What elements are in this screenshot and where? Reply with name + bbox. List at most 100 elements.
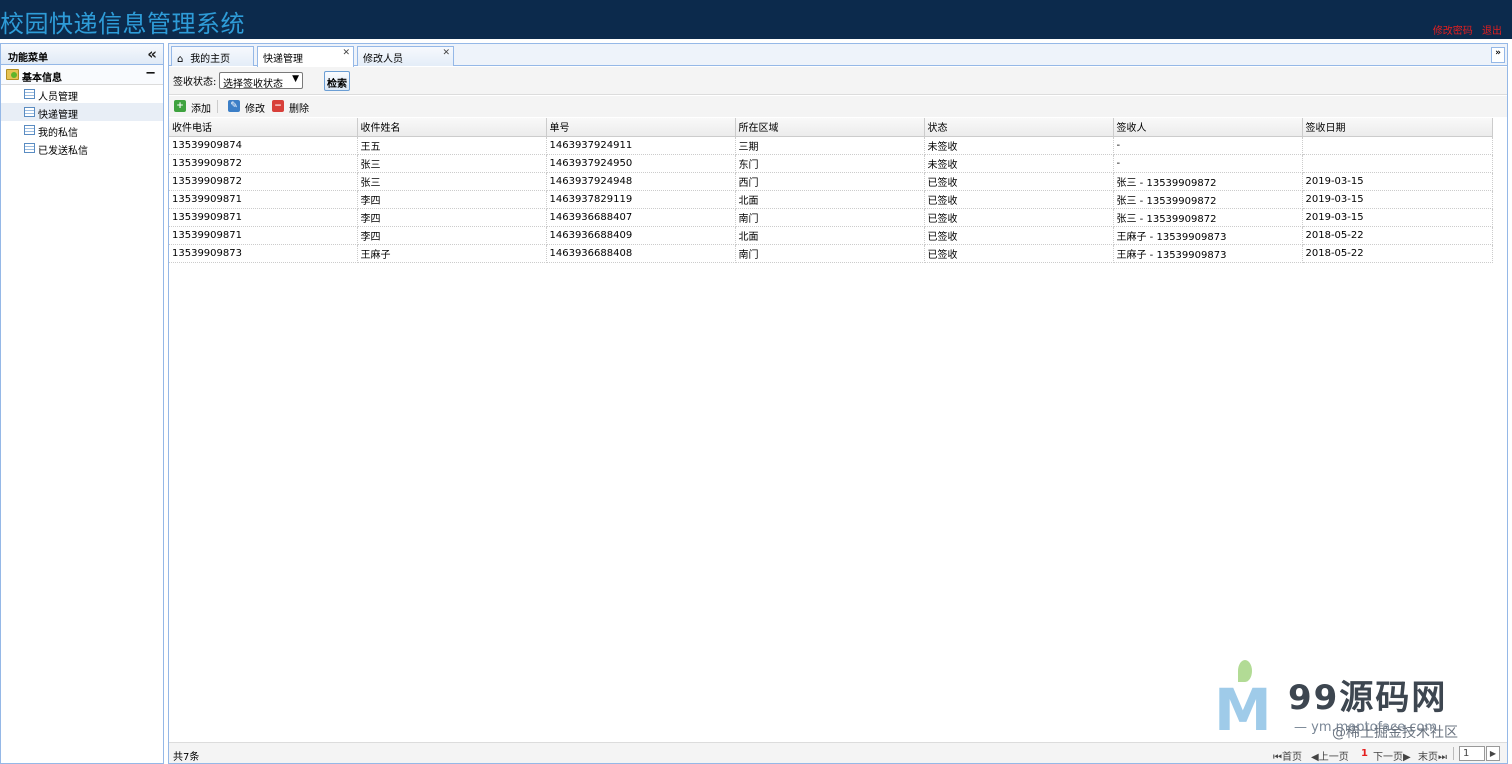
- go-page-icon[interactable]: ▶: [1486, 746, 1500, 761]
- watermark: M 99源码网 — ym.maptoface.com @稀土掘金技术社区: [1210, 656, 1510, 746]
- close-icon[interactable]: ✕: [342, 48, 350, 58]
- sidebar-item-sent-messages[interactable]: 已发送私信: [1, 139, 163, 157]
- tab-label: 我的主页: [190, 54, 231, 65]
- table-cell: 东门: [735, 154, 925, 173]
- table-row[interactable]: 13539909872 张三 1463937924950 东门 未签收 -: [169, 154, 1493, 173]
- menu-group-basic-info[interactable]: 基本信息 −: [1, 65, 163, 85]
- table-cell: 已签收: [924, 244, 1114, 263]
- table-cell: 未签收: [924, 136, 1114, 155]
- toolbar: + 添加 ✎ 修改 − 删除: [169, 96, 1507, 117]
- table-cell: 1463937924950: [546, 154, 736, 173]
- folder-icon: [6, 69, 19, 80]
- column-header[interactable]: 签收人: [1113, 118, 1303, 137]
- table-cell: 王五: [357, 136, 547, 155]
- column-header[interactable]: 单号: [546, 118, 736, 137]
- table-cell: 南门: [735, 208, 925, 227]
- tab-home[interactable]: ⌂ 我的主页: [171, 46, 254, 66]
- table-icon: [24, 143, 35, 153]
- table-cell: 李四: [357, 190, 547, 209]
- table-cell: [1302, 136, 1493, 155]
- column-header[interactable]: 收件姓名: [357, 118, 547, 137]
- table-cell: 张三 - 13539909872: [1113, 190, 1303, 209]
- collapse-sidebar-icon[interactable]: «: [147, 45, 157, 63]
- watermark-community: @稀土掘金技术社区: [1332, 725, 1458, 741]
- table-cell: 1463936688409: [546, 226, 736, 245]
- search-button[interactable]: 检索: [324, 71, 350, 91]
- change-password-link[interactable]: 修改密码: [1433, 26, 1473, 37]
- last-page-label: 末页: [1418, 752, 1438, 763]
- table-cell: 13539909871: [169, 226, 358, 245]
- page-number-input[interactable]: 1: [1459, 746, 1485, 761]
- tab-edit-staff[interactable]: 修改人员 ✕: [357, 46, 454, 66]
- table-cell: 2018-05-22: [1302, 226, 1493, 245]
- column-header[interactable]: 收件电话: [169, 118, 358, 137]
- table-cell: 王麻子 - 13539909873: [1113, 226, 1303, 245]
- table-cell: 已签收: [924, 208, 1114, 227]
- prev-page-button[interactable]: ◀上一页: [1311, 748, 1349, 763]
- table-cell: 2019-03-15: [1302, 172, 1493, 191]
- add-button[interactable]: + 添加: [174, 100, 211, 115]
- table-cell: 西门: [735, 172, 925, 191]
- pager: ⏮首页 ◀上一页 1 下一页▶ 末页⏭ 1 ▶: [1273, 746, 1503, 763]
- table-row[interactable]: 13539909872 张三 1463937924948 西门 已签收 张三 - 1353…: [169, 172, 1493, 191]
- next-page-button[interactable]: 下一页▶: [1373, 748, 1411, 763]
- logout-link[interactable]: 退出: [1482, 26, 1502, 37]
- home-icon: ⌂: [177, 54, 184, 65]
- sidebar-item-label: 人员管理: [38, 92, 78, 103]
- table-cell: 张三: [357, 172, 547, 191]
- delete-icon: −: [272, 100, 284, 112]
- first-page-button[interactable]: ⏮首页: [1273, 748, 1302, 763]
- table-header-row: 收件电话 收件姓名 单号 所在区域 状态 签收人 签收日期: [169, 118, 1493, 137]
- tab-label: 快递管理: [263, 54, 303, 65]
- table-cell: 已签收: [924, 226, 1114, 245]
- status-filter-select[interactable]: 选择签收状态 ▼: [219, 72, 303, 90]
- table-cell: 已签收: [924, 172, 1114, 191]
- table-cell: -: [1113, 154, 1303, 173]
- sidebar-item-label: 已发送私信: [38, 146, 88, 157]
- table-cell: 王麻子: [357, 244, 547, 263]
- table-cell: 张三: [357, 154, 547, 173]
- column-header[interactable]: 状态: [924, 118, 1114, 137]
- status-filter-value: 选择签收状态: [223, 79, 283, 90]
- table-cell: [1302, 154, 1493, 173]
- express-table: 收件电话 收件姓名 单号 所在区域 状态 签收人 签收日期 1353990987…: [169, 118, 1493, 263]
- collapse-group-icon[interactable]: −: [145, 66, 156, 81]
- table-cell: 未签收: [924, 154, 1114, 173]
- column-header[interactable]: 签收日期: [1302, 118, 1493, 137]
- next-page-label: 下一页: [1373, 752, 1403, 763]
- tab-express-management[interactable]: 快递管理 ✕: [257, 46, 354, 67]
- sidebar-item-my-messages[interactable]: 我的私信: [1, 121, 163, 139]
- edit-button[interactable]: ✎ 修改: [228, 100, 265, 115]
- sidebar-item-staff[interactable]: 人员管理: [1, 85, 163, 103]
- app-title: 校园快递信息管理系统: [0, 10, 245, 38]
- table-cell: 张三 - 13539909872: [1113, 172, 1303, 191]
- close-icon[interactable]: ✕: [442, 48, 450, 58]
- table-cell: 1463937829119: [546, 190, 736, 209]
- table-cell: 南门: [735, 244, 925, 263]
- table-row[interactable]: 13539909873 王麻子 1463936688408 南门 已签收 王麻子 - 13…: [169, 244, 1493, 263]
- table-cell: 1463937924948: [546, 172, 736, 191]
- table-row[interactable]: 13539909871 李四 1463936688409 北面 已签收 王麻子 - 135…: [169, 226, 1493, 245]
- column-header[interactable]: 所在区域: [735, 118, 925, 137]
- table-cell: 13539909873: [169, 244, 358, 263]
- table-row[interactable]: 13539909874 王五 1463937924911 三期 未签收 -: [169, 136, 1493, 155]
- app-header: 校园快递信息管理系统 修改密码 退出: [0, 0, 1512, 39]
- delete-button[interactable]: − 删除: [272, 100, 309, 115]
- sidebar-item-express[interactable]: 快递管理: [1, 103, 163, 121]
- edit-label: 修改: [245, 104, 265, 115]
- edit-icon: ✎: [228, 100, 240, 112]
- table-cell: 1463936688408: [546, 244, 736, 263]
- table-icon: [24, 107, 35, 117]
- table-cell: 北面: [735, 190, 925, 209]
- last-page-button[interactable]: 末页⏭: [1418, 748, 1447, 763]
- table-row[interactable]: 13539909871 李四 1463936688407 南门 已签收 张三 - 1353…: [169, 208, 1493, 227]
- prev-page-label: 上一页: [1318, 752, 1349, 763]
- tab-menu-chevron-icon[interactable]: »: [1491, 47, 1505, 63]
- search-bar: 签收状态: 选择签收状态 ▼ 检索: [169, 67, 1507, 95]
- table-cell: 北面: [735, 226, 925, 245]
- sidebar-header: 功能菜单 «: [1, 44, 163, 65]
- table-row[interactable]: 13539909871 李四 1463937829119 北面 已签收 张三 - 1353…: [169, 190, 1493, 209]
- table-cell: 13539909871: [169, 208, 358, 227]
- table-cell: 李四: [357, 226, 547, 245]
- watermark-brand: 99源码网: [1288, 678, 1448, 718]
